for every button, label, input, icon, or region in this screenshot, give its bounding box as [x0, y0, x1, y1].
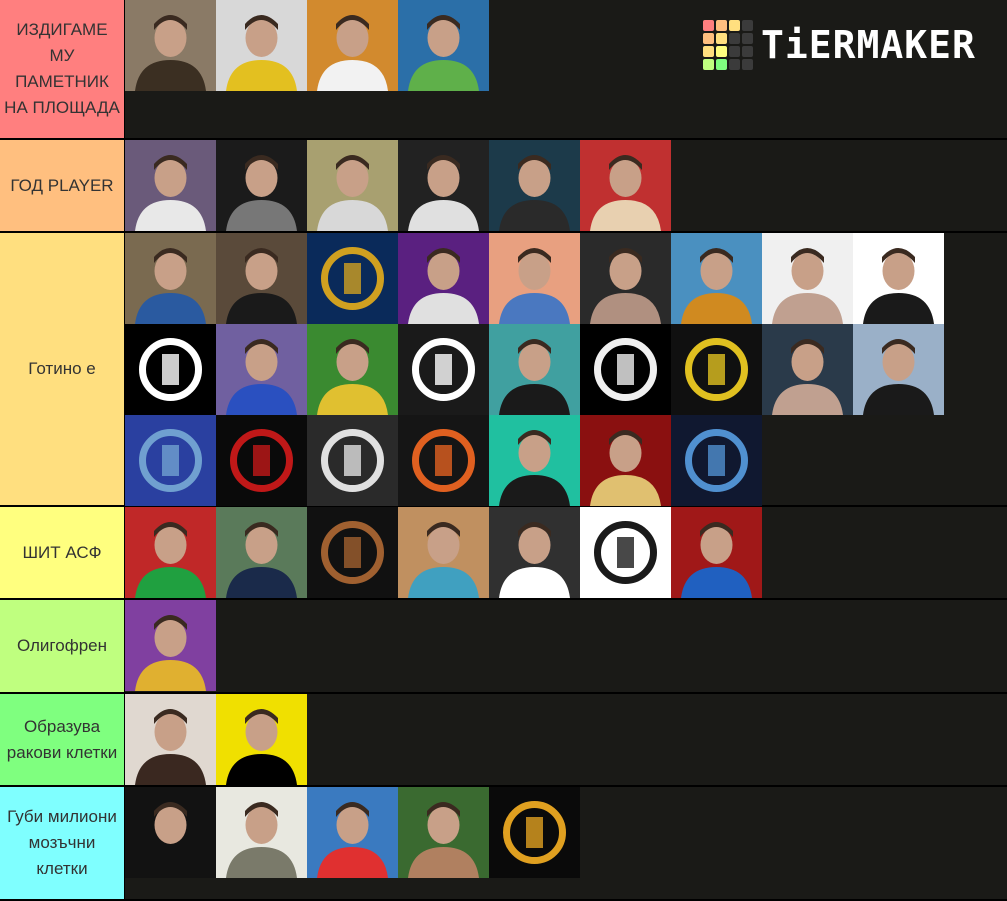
logo-grid-cell	[742, 46, 753, 57]
tiermaker-logo: TiERMAKER	[703, 20, 993, 70]
tier-item-man-red-light[interactable]	[580, 415, 671, 506]
tier-item-man-yellow-bg[interactable]	[216, 694, 307, 785]
tier-label[interactable]: ГОД PLAYER	[0, 140, 125, 231]
tier-item-deer-logo[interactable]	[307, 507, 398, 598]
tier-item-dido-logo[interactable]	[125, 324, 216, 415]
tier-item-ii-logo[interactable]	[489, 787, 580, 878]
tier-item-man-on-car[interactable]	[853, 324, 944, 415]
logo-grid-cell	[703, 33, 714, 44]
logo-grid-cell	[742, 59, 753, 70]
tier-item-boy-teal-bg[interactable]	[489, 324, 580, 415]
tier-item-man-dark-tshirt[interactable]	[489, 140, 580, 231]
logo-grid-cell	[729, 46, 740, 57]
tier-item-headphones-man[interactable]	[489, 415, 580, 506]
tier-item-man-with-cat[interactable]	[216, 324, 307, 415]
tier-row: ШИТ АСФ	[0, 507, 1007, 600]
logo-grid-cell	[716, 46, 727, 57]
tier-item-man-white-shirt[interactable]	[398, 140, 489, 231]
tier-row: Олигофрен	[0, 600, 1007, 694]
tier-item-couple-laughing-emoji[interactable]	[125, 600, 216, 691]
tier-item-cleaner-logo[interactable]	[125, 415, 216, 506]
tier-item-man-in-field[interactable]	[307, 140, 398, 231]
tier-label[interactable]: Губи милиони мозъчни клетки	[0, 787, 125, 899]
tier-item-man-on-white-car[interactable]	[216, 0, 307, 91]
tier-items	[125, 233, 1007, 506]
tier-item-cartoon-duck-headphones[interactable]	[671, 233, 762, 324]
logo-grid-cell	[742, 20, 753, 31]
tier-item-curly-boy[interactable]	[398, 787, 489, 878]
tier-item-hooded-logo[interactable]	[671, 415, 762, 506]
tier-item-army-logo[interactable]	[307, 415, 398, 506]
logo-grid-cell	[742, 33, 753, 44]
tier-label[interactable]: ШИТ АСФ	[0, 507, 125, 598]
tier-item-laughing-man[interactable]	[762, 233, 853, 324]
tier-label[interactable]: Олигофрен	[0, 600, 125, 692]
tier-item-couple-red[interactable]	[125, 507, 216, 598]
logo-grid-cell	[716, 59, 727, 70]
tier-item-two-boys[interactable]	[307, 787, 398, 878]
tier-item-cartoon-soccer[interactable]	[307, 324, 398, 415]
tier-item-hb-logo[interactable]	[398, 324, 489, 415]
tier-label[interactable]: Образува ракови клетки	[0, 694, 125, 785]
tier-item-cartoon-green-hat[interactable]	[398, 0, 489, 91]
logo-grid-cell	[729, 20, 740, 31]
tier-item-curly-hair-woman[interactable]	[125, 694, 216, 785]
tier-items	[125, 787, 1007, 899]
tier-item-girl-bokeh[interactable]	[398, 507, 489, 598]
logo-grid-cell	[729, 59, 740, 70]
tier-item-gorilla-logo[interactable]	[671, 324, 762, 415]
tier-item-man-outdoors[interactable]	[216, 507, 307, 598]
tier-list-board: ИЗДИГАМЕ МУ ПАМЕТНИК НА ПЛОЩАДА ГОД PLAY…	[0, 0, 1007, 901]
tier-item-spartan-alfa-logo[interactable]	[307, 233, 398, 324]
tier-items	[125, 140, 1007, 231]
tier-row: Губи милиони мозъчни клетки	[0, 787, 1007, 901]
tier-item-man-peach-bg[interactable]	[489, 233, 580, 324]
tier-item-no-fear-bw[interactable]	[216, 140, 307, 231]
brand-name: TiERMAKER	[761, 23, 976, 67]
tier-item-long-haired-bearded-man[interactable]	[125, 0, 216, 91]
tier-item-man-sunglasses-orange[interactable]	[307, 0, 398, 91]
tier-items	[125, 600, 1007, 692]
logo-grid-cell	[729, 33, 740, 44]
tier-label[interactable]: ИЗДИГАМЕ МУ ПАМЕТНИК НА ПЛОЩАДА	[0, 0, 125, 138]
tier-item-man-at-fair[interactable]	[125, 140, 216, 231]
logo-grid-cell	[703, 59, 714, 70]
tier-item-cartoon-glasses-cap[interactable]	[580, 140, 671, 231]
tier-items	[125, 694, 1007, 785]
tier-row: ГОД PLAYER	[0, 140, 1007, 233]
tier-item-purple-ok-sign[interactable]	[398, 233, 489, 324]
tier-item-the-sound-tv[interactable]	[398, 415, 489, 506]
tier-item-photographer[interactable]	[216, 233, 307, 324]
tier-row: Образува ракови клетки	[0, 694, 1007, 787]
tier-items	[125, 507, 1007, 598]
tiermaker-grid-icon	[703, 20, 753, 70]
tier-item-red-s-logo[interactable]	[216, 415, 307, 506]
logo-grid-cell	[716, 33, 727, 44]
logo-grid-cell	[716, 20, 727, 31]
tier-item-gamer-silhouette[interactable]	[671, 507, 762, 598]
tier-item-man-profile[interactable]	[762, 324, 853, 415]
tier-item-blank-dark[interactable]	[125, 787, 216, 878]
logo-grid-cell	[703, 20, 714, 31]
tier-item-white-cat[interactable]	[216, 787, 307, 878]
tier-label[interactable]: Готино е	[0, 233, 125, 505]
tier-item-subscribe-girl[interactable]	[489, 507, 580, 598]
tier-item-smiling-man-circle[interactable]	[853, 233, 944, 324]
tier-item-dark-hair-man[interactable]	[580, 233, 671, 324]
tier-item-skull-face[interactable]	[580, 324, 671, 415]
tier-item-boy-straw-hat[interactable]	[125, 233, 216, 324]
tier-row: Готино е	[0, 233, 1007, 507]
logo-grid-cell	[703, 46, 714, 57]
tier-item-r-lion-logo[interactable]	[580, 507, 671, 598]
